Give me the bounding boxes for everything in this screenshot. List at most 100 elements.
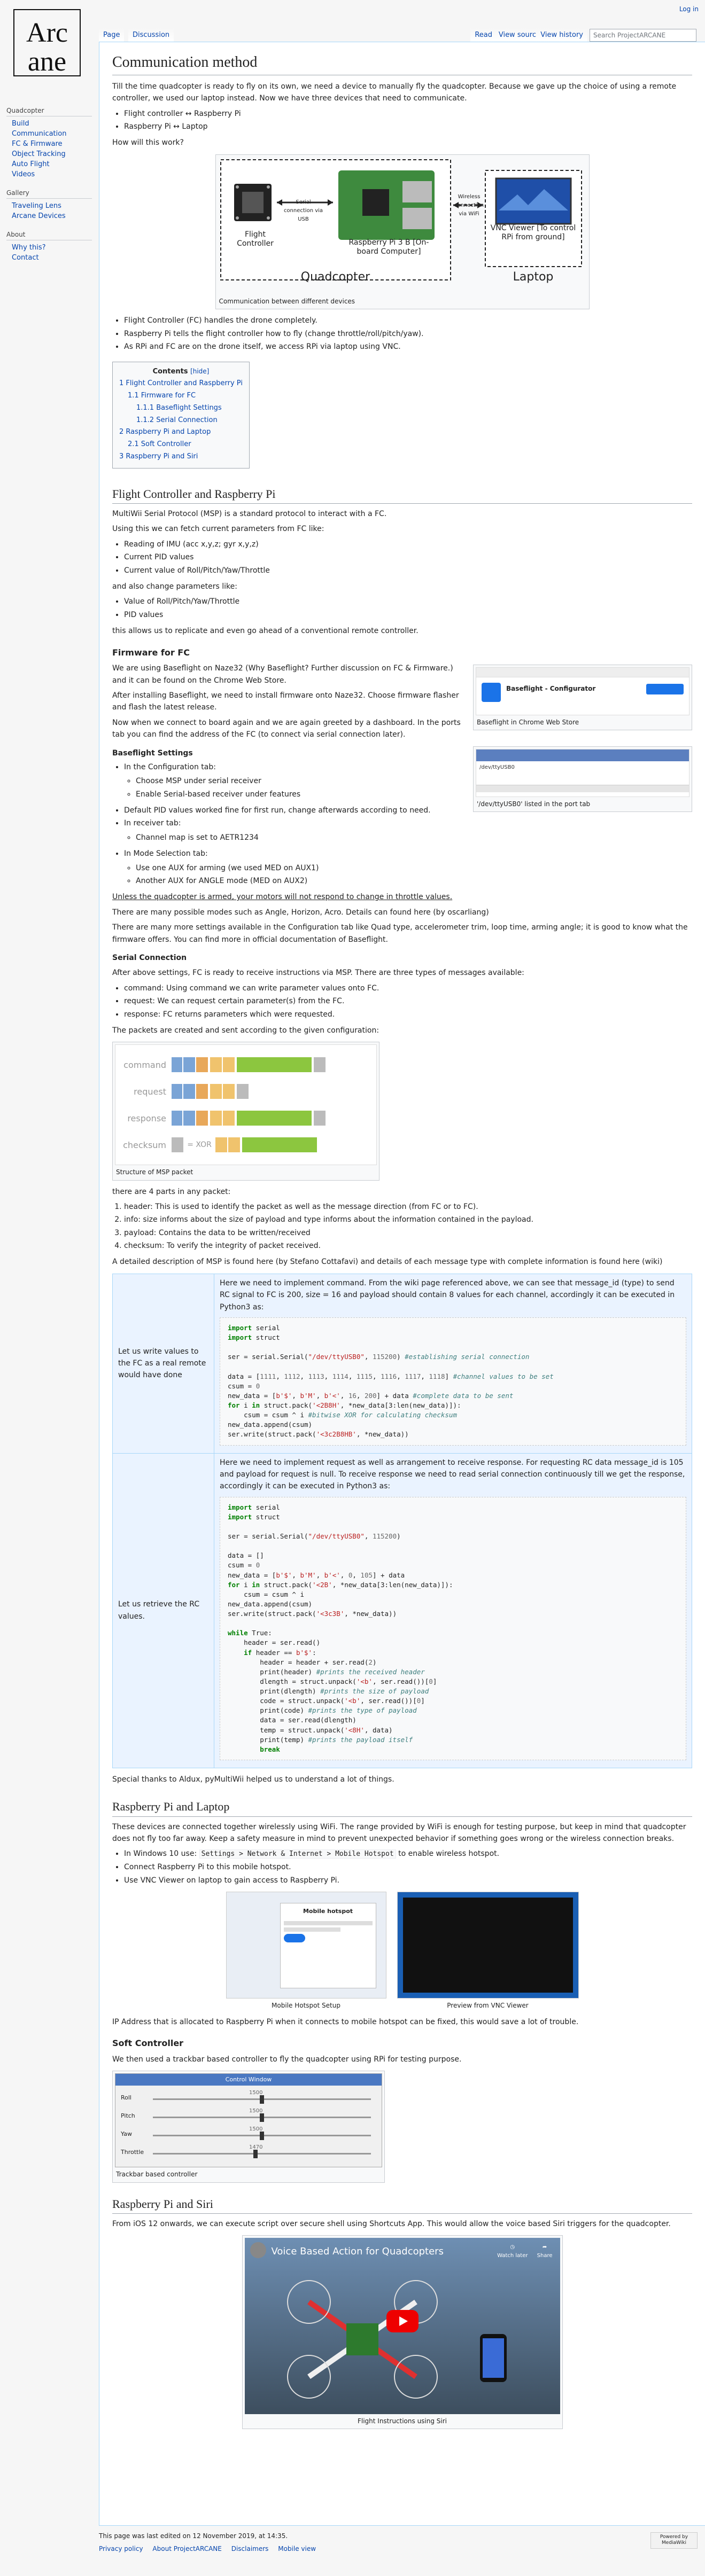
list-item: Reading of IMU (acc x,y,z; gyr x,y,z) [124, 538, 692, 550]
video-player[interactable]: Voice Based Action for Quadcopters ◷ Watc… [244, 2238, 560, 2415]
nav-item-build[interactable]: Build [12, 120, 92, 128]
quadcopter-label: Quadcopter [300, 270, 370, 284]
list-item: request: We can request certain paramete… [124, 995, 692, 1007]
code-examples-table: Let us write values to the FC as a real … [112, 1273, 692, 1768]
example-question: Let us write values to the FC as a real … [112, 1273, 214, 1454]
table-of-contents: Contents [hide] 1 Flight Controller and … [112, 361, 250, 469]
communication-figure: Serial connection via USB Wireless conne… [215, 154, 590, 310]
figure-caption: Mobile Hotspot Setup [272, 2001, 340, 2009]
wireless-connection-label: Wireless connection via WiFi [454, 194, 484, 217]
gallery-item: Preview from VNC Viewer [397, 1891, 579, 2011]
section-heading-siri: Raspberry Pi and Siri [112, 2195, 692, 2214]
section-heading-fc: Flight Controller and Raspberry Pi [112, 485, 692, 504]
list-item: In receiver tab: Channel map is set to A… [124, 817, 692, 844]
port-value: /dev/ttyUSB0 [479, 764, 515, 770]
how-text: How will this work? [112, 138, 184, 147]
footer-link-privacy[interactable]: Privacy policy [99, 2545, 143, 2552]
ip-text: IP Address that is allocated to Raspberr… [112, 2018, 579, 2027]
trackbar-roll[interactable]: Roll 1500 [121, 2089, 376, 2107]
mediawiki-badge[interactable]: Powered by MediaWiki [650, 2532, 698, 2549]
list-item: Use one AUX for arming (we used MED on A… [136, 862, 692, 874]
nav-item-contact[interactable]: Contact [12, 254, 92, 262]
site-logo[interactable]: Arc ane [10, 5, 84, 80]
rpi-label: Raspberry Pi 3 B [On-board Computer] [348, 238, 429, 256]
toc-hide-link[interactable]: [hide] [190, 368, 209, 375]
trackbar-window-title: Control Window [115, 2074, 382, 2086]
footer-link-disclaimers[interactable]: Disclaimers [231, 2545, 269, 2552]
list-item: Current PID values [124, 551, 692, 563]
toc-item[interactable]: 3 Raspberry Pi and Siri [119, 451, 243, 463]
footer: This page was last edited on 12 November… [99, 2532, 698, 2552]
siri-text: From iOS 12 onwards, we can execute scri… [112, 2219, 671, 2228]
page-title: Communication method [112, 51, 692, 75]
trackbar-throttle[interactable]: Throttle 1470 [121, 2143, 376, 2161]
toc-item[interactable]: 1.1 Firmware for FC [119, 391, 243, 402]
toc-title: Contents [152, 367, 188, 376]
figure-caption: Trackbar based controller [116, 2171, 198, 2179]
video-figure: Voice Based Action for Quadcopters ◷ Watc… [242, 2235, 563, 2430]
toc-item[interactable]: 1.1.2 Serial Connection [119, 415, 243, 426]
nav-item-communication[interactable]: Communication [12, 130, 92, 138]
figure-caption: Communication between different devices [219, 298, 355, 306]
tab-page[interactable]: Page [99, 28, 125, 43]
soft-text: We then used a trackbar based controller… [112, 2055, 462, 2064]
svg-text:ane: ane [28, 46, 66, 77]
page-tabs: Page Discussion Read View source View hi… [99, 26, 705, 43]
figure-caption: Structure of MSP packet [116, 1168, 193, 1176]
nav-item-auto-flight[interactable]: Auto Flight [12, 160, 92, 168]
intro-text: Till the time quadcopter is ready to fly… [112, 82, 677, 103]
nav-item-why-this[interactable]: Why this? [12, 244, 92, 252]
msp-row-response: response [121, 1105, 371, 1131]
gallery: Mobile hotspot Mobile Hotspot Setup Prev… [112, 1891, 692, 2011]
modes-text: There are many possible modes such as An… [112, 908, 489, 917]
nav-item-object-tracking[interactable]: Object Tracking [12, 150, 92, 158]
nav-item-arcane-devices[interactable]: Arcane Devices [12, 212, 92, 220]
fc-p4: this allows us to replicate and even go … [112, 627, 419, 636]
tab-view-history[interactable]: View history [536, 28, 587, 43]
example-question: Let us retrieve the RC values. [112, 1453, 214, 1768]
list-item: Value of Roll/Pitch/Yaw/Throttle [124, 596, 692, 607]
fc-label: Flight Controller [237, 230, 274, 248]
list-item: In Windows 10 use: Settings > Network & … [124, 1848, 692, 1860]
example-answer: Here we need to implement command. From … [220, 1278, 675, 1312]
list-item: response: FC returns parameters which we… [124, 1009, 692, 1020]
tab-read[interactable]: Read [470, 28, 497, 43]
rpi-p1: These devices are connected together wir… [112, 1822, 686, 1843]
nav-item-traveling-lens[interactable]: Traveling Lens [12, 202, 92, 210]
serial-connection-label: Serial connection via USB [283, 199, 323, 223]
list-item: Current value of Roll/Pitch/Yaw/Throttle [124, 565, 692, 576]
list-item: info: size informs about the size of pay… [124, 1214, 692, 1225]
login-link[interactable]: Log in [679, 5, 699, 13]
nav-item-videos[interactable]: Videos [12, 170, 92, 178]
code-block-read: import serial import struct ser = serial… [220, 1496, 686, 1760]
list-item: Channel map is set to AETR1234 [136, 832, 692, 844]
trackbar-yaw[interactable]: Yaw 1500 [121, 2125, 376, 2143]
device-list: Flight controller ↔ Raspberry Pi Raspber… [112, 108, 692, 133]
toc-item[interactable]: 2.1 Soft Controller [119, 439, 243, 450]
figure-caption: Flight Instructions using Siri [357, 2417, 447, 2425]
list-item: PID values [124, 609, 692, 621]
toc-item[interactable]: 2 Raspberry Pi and Laptop [119, 427, 243, 438]
nav-heading-about: About [6, 231, 92, 240]
vnc-label: VNC Viewer [To control RPi from ground] [490, 224, 576, 241]
play-icon [399, 2316, 408, 2327]
fc-p2: Using this we can fetch current paramete… [112, 525, 324, 534]
example-answer: Here we need to implement request as wel… [220, 1458, 685, 1491]
list-item: Use VNC Viewer on laptop to gain access … [124, 1875, 692, 1886]
search-input[interactable]: Search ProjectARCANE [590, 29, 696, 42]
port-figure: /dev/ttyUSB0 '/dev/ttyUSB0' listed in th… [473, 746, 692, 812]
last-modified: This page was last edited on 12 November… [99, 2532, 288, 2540]
footer-link-mobile[interactable]: Mobile view [278, 2545, 316, 2552]
detail-text: A detailed description of MSP is found h… [112, 1258, 663, 1267]
nav-item-fc-firmware[interactable]: FC & Firmware [12, 140, 92, 148]
play-button[interactable] [386, 2310, 419, 2333]
footer-link-about[interactable]: About ProjectARCANE [152, 2545, 221, 2552]
packets-text: The packets are created and sent accordi… [112, 1026, 379, 1035]
main-content: Communication method Till the time quadc… [99, 42, 705, 2526]
store-figure: Baseflight - Configurator Baseflight in … [473, 665, 692, 731]
toc-item[interactable]: 1 Flight Controller and Raspberry Pi [119, 378, 243, 389]
more-settings-text: There are many more settings available i… [112, 923, 688, 944]
trackbar-pitch[interactable]: Pitch 1500 [121, 2107, 376, 2125]
toc-item[interactable]: 1.1.1 Baseflight Settings [119, 403, 243, 414]
tab-discussion[interactable]: Discussion [128, 28, 174, 43]
